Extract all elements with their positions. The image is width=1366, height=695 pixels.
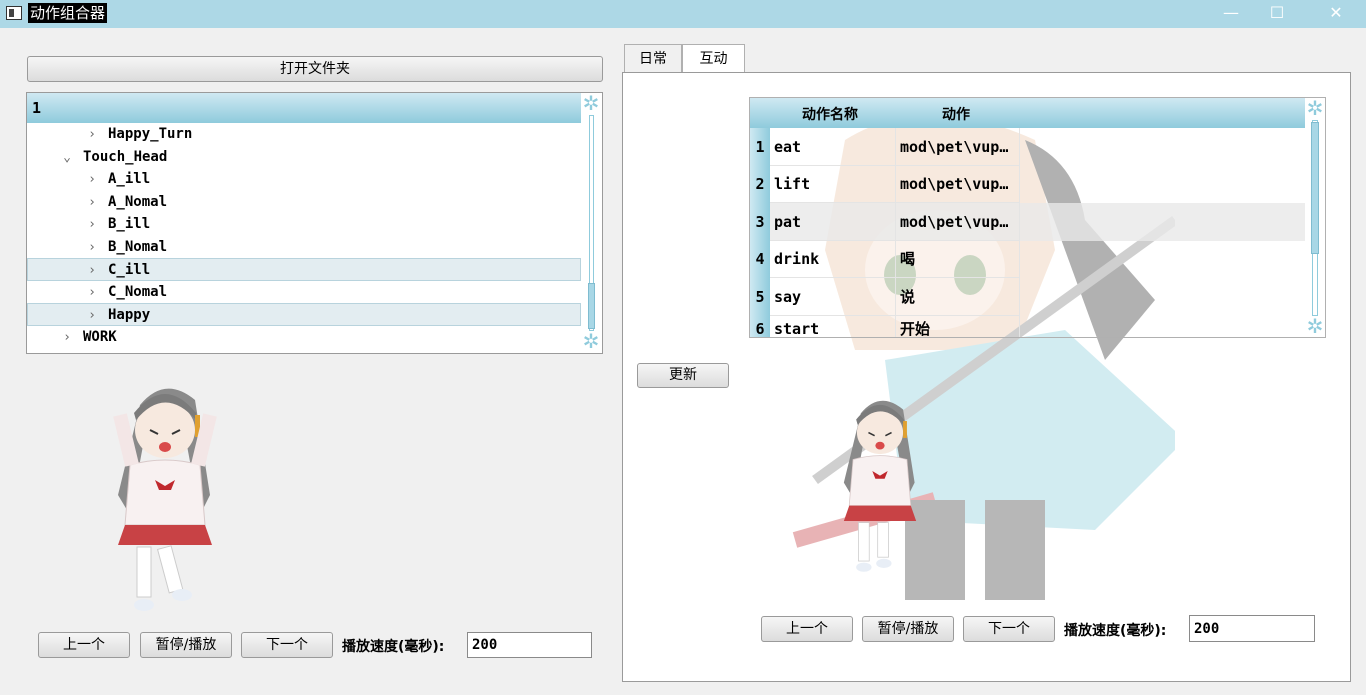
prev-button[interactable]: 上一个 xyxy=(761,616,853,642)
chevron-right-icon[interactable]: › xyxy=(84,169,100,192)
column-header-action[interactable]: 动作 xyxy=(942,104,970,124)
next-button[interactable]: 下一个 xyxy=(963,616,1055,642)
pause-play-button[interactable]: 暂停/播放 xyxy=(140,632,232,658)
scrollbar-thumb[interactable] xyxy=(588,283,595,329)
table-scrollbar[interactable]: ✲ ✲ xyxy=(1305,98,1325,337)
cell-name[interactable]: lift xyxy=(770,165,896,203)
tree-node-label: Happy xyxy=(108,307,151,323)
row-number[interactable]: 1 xyxy=(750,128,770,166)
tree-node-label: C_Nomal xyxy=(108,283,168,300)
tree-node-label: A_Nomal xyxy=(108,193,168,210)
table-header: 动作名称 动作 xyxy=(750,98,1305,128)
cell-name[interactable]: eat xyxy=(770,128,896,166)
table-row[interactable]: 2 lift mod\pet\vup… xyxy=(750,165,1305,203)
row-number[interactable]: 4 xyxy=(750,240,770,278)
tree-node-label: A_ill xyxy=(108,171,151,187)
speed-input[interactable] xyxy=(1189,615,1315,642)
window-icon xyxy=(6,6,22,20)
row-number[interactable]: 5 xyxy=(750,278,770,316)
row-number[interactable]: 6 xyxy=(750,316,770,337)
tree-node-label: B_Nomal xyxy=(108,238,168,255)
tab-daily[interactable]: 日常 xyxy=(624,44,682,73)
tab-interaction[interactable]: 互动 xyxy=(682,44,745,74)
update-button[interactable]: 更新 xyxy=(637,363,729,388)
column-header-name[interactable]: 动作名称 xyxy=(802,104,858,124)
tree-node[interactable]: › A_ill xyxy=(27,168,581,191)
cell-name[interactable]: drink xyxy=(770,240,896,278)
cell-action[interactable]: 喝 xyxy=(896,240,1020,278)
chevron-right-icon[interactable]: › xyxy=(84,237,100,260)
open-folder-button[interactable]: 打开文件夹 xyxy=(27,56,603,82)
gear-icon[interactable]: ✲ xyxy=(1305,98,1325,118)
speed-label: 播放速度(毫秒): xyxy=(1064,623,1167,639)
tree-rows: › Happy_Turn ⌄ Touch_Head › A_ill › A_Nomal … xyxy=(27,123,581,348)
chevron-right-icon[interactable]: › xyxy=(84,214,100,237)
close-button[interactable]: ✕ xyxy=(1313,0,1359,28)
tree-node[interactable]: › C_ill xyxy=(27,258,581,281)
window-title: 动作组合器 xyxy=(28,3,108,23)
tree-node-label: B_ill xyxy=(108,216,151,232)
chevron-right-icon[interactable]: › xyxy=(84,192,100,215)
tree-node[interactable]: › A_Nomal xyxy=(27,191,581,214)
chevron-down-icon[interactable]: ⌄ xyxy=(59,147,75,170)
table-row[interactable]: 5 say 说 xyxy=(750,278,1305,316)
tree-node-label: C_ill xyxy=(108,262,151,278)
tree-node-label: Touch_Head xyxy=(83,148,168,165)
gear-icon[interactable]: ✲ xyxy=(1305,316,1325,336)
action-tree[interactable]: 1 › Happy_Turn ⌄ Touch_Head › A_ill › A_Noma… xyxy=(26,92,603,354)
row-number[interactable]: 2 xyxy=(750,165,770,203)
chevron-right-icon[interactable]: › xyxy=(84,260,100,283)
tree-node[interactable]: › Happy_Turn xyxy=(27,123,581,146)
tree-header[interactable]: 1 xyxy=(27,93,581,123)
cell-action[interactable]: 开始 xyxy=(896,316,1020,337)
tree-node[interactable]: › B_Nomal xyxy=(27,236,581,259)
row-number[interactable]: 3 xyxy=(750,203,770,241)
gear-icon[interactable]: ✲ xyxy=(581,93,601,113)
tree-node[interactable]: › B_ill xyxy=(27,213,581,236)
table-row[interactable]: 4 drink 喝 xyxy=(750,240,1305,278)
minimize-button[interactable]: — xyxy=(1208,0,1254,28)
prev-button[interactable]: 上一个 xyxy=(38,632,130,658)
chevron-right-icon[interactable]: › xyxy=(84,282,100,305)
speed-label: 播放速度(毫秒): xyxy=(342,639,445,655)
tree-node[interactable]: ⌄ Touch_Head xyxy=(27,146,581,169)
table-row[interactable]: 3 pat mod\pet\vup… xyxy=(750,203,1305,241)
maximize-button[interactable]: ☐ xyxy=(1254,0,1300,28)
gear-icon[interactable]: ✲ xyxy=(581,331,601,351)
next-button[interactable]: 下一个 xyxy=(241,632,333,658)
tree-node-label: WORK xyxy=(83,328,117,345)
tree-node[interactable]: › WORK xyxy=(27,326,581,349)
cell-action[interactable]: mod\pet\vup… xyxy=(896,128,1020,166)
title-bar: 动作组合器 — ☐ ✕ xyxy=(0,0,1366,28)
speed-input[interactable] xyxy=(467,632,592,658)
character-preview xyxy=(113,388,217,611)
chevron-right-icon[interactable]: › xyxy=(59,327,75,350)
cell-action[interactable]: mod\pet\vup… xyxy=(896,165,1020,203)
cell-action[interactable]: 说 xyxy=(896,278,1020,316)
character-preview xyxy=(843,400,917,572)
chevron-right-icon[interactable]: › xyxy=(84,305,100,328)
tree-node[interactable]: › Happy xyxy=(27,303,581,326)
cell-name[interactable]: pat xyxy=(770,203,896,241)
cell-action[interactable]: mod\pet\vup… xyxy=(896,203,1020,241)
chevron-right-icon[interactable]: › xyxy=(84,124,100,147)
tree-scrollbar[interactable]: ✲ ✲ xyxy=(581,93,602,353)
cell-name[interactable]: start xyxy=(770,316,896,337)
action-table[interactable]: 动作名称 动作 1 eat mod\pet\vup… 2 lift mod\pe… xyxy=(749,97,1326,338)
pause-play-button[interactable]: 暂停/播放 xyxy=(862,616,954,642)
table-row[interactable]: 6 start 开始 xyxy=(750,316,1305,337)
tree-node[interactable]: › C_Nomal xyxy=(27,281,581,304)
cell-name[interactable]: say xyxy=(770,278,896,316)
table-row[interactable]: 1 eat mod\pet\vup… xyxy=(750,128,1305,166)
tree-node-label: Happy_Turn xyxy=(108,126,193,142)
scrollbar-thumb[interactable] xyxy=(1311,122,1319,254)
